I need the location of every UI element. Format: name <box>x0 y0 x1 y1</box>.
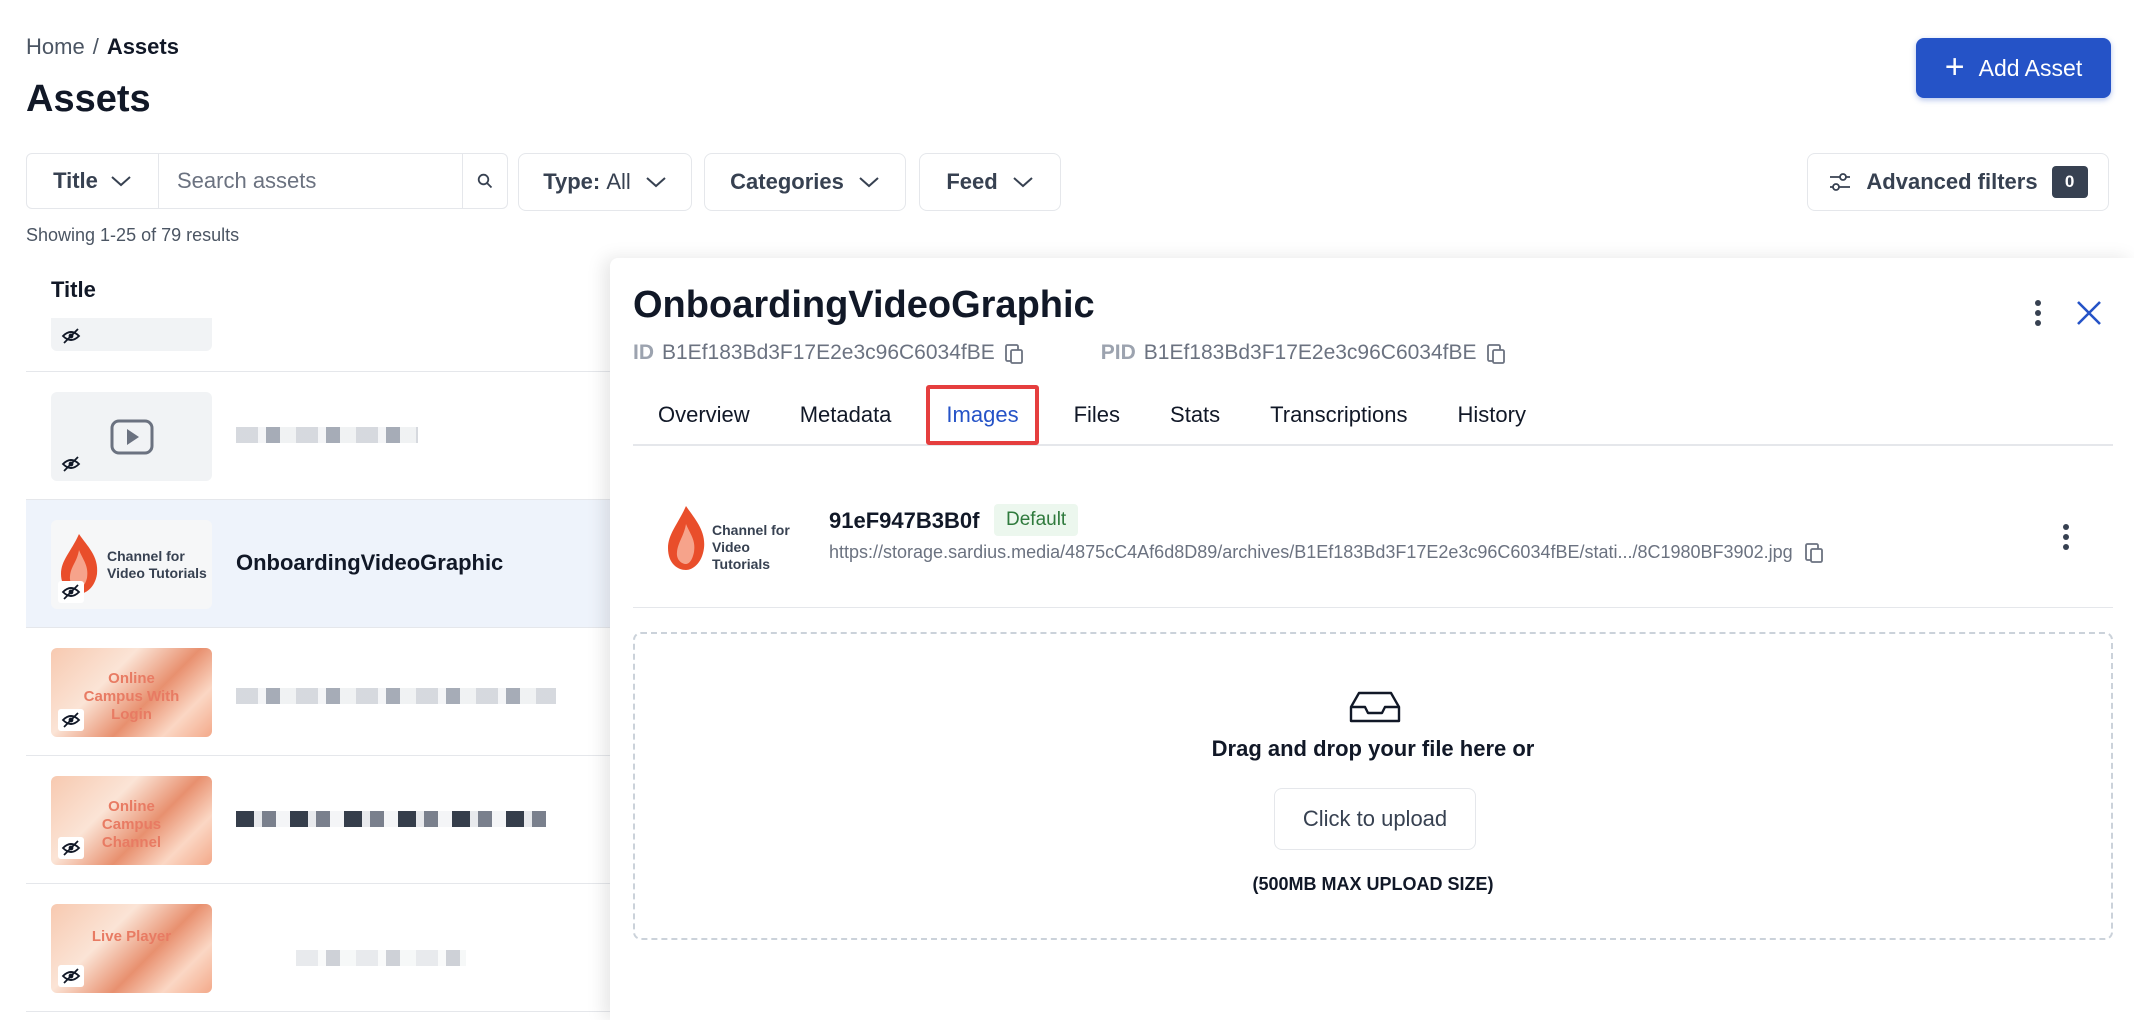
search-input[interactable]: Search assets <box>159 154 463 208</box>
dropzone-text: Drag and drop your file here or <box>1211 736 1535 761</box>
chevron-down-icon <box>859 177 879 188</box>
search-placeholder: Search assets <box>177 168 317 193</box>
eye-off-icon <box>58 453 84 475</box>
search-button[interactable] <box>463 154 507 208</box>
type-filter[interactable]: Type: All <box>518 153 692 211</box>
copy-icon[interactable] <box>1803 540 1825 564</box>
feed-filter[interactable]: Feed <box>919 153 1061 211</box>
page-title: Assets <box>26 78 151 120</box>
add-asset-label: Add Asset <box>1978 54 2083 81</box>
results-count: Showing 1-25 of 79 results <box>26 225 240 245</box>
categories-filter[interactable]: Categories <box>704 153 906 211</box>
column-header-title[interactable]: Title <box>51 277 96 303</box>
redacted-title <box>236 688 556 704</box>
asset-thumbnail: Channel for Video Tutorials <box>51 520 212 609</box>
default-badge: Default <box>994 504 1079 536</box>
chevron-down-icon <box>1013 177 1033 188</box>
asset-thumbnail: Online Campus Channel <box>51 776 212 865</box>
tab-metadata[interactable]: Metadata <box>775 389 917 441</box>
asset-thumbnail <box>51 392 212 481</box>
thumbnail-text: Channel for Video Tutorials <box>712 522 790 572</box>
eye-off-icon <box>58 325 84 347</box>
search-icon <box>477 173 493 189</box>
chevron-down-icon <box>646 177 666 188</box>
asset-thumbnail: Live Player <box>51 904 212 993</box>
image-thumbnail[interactable]: Channel for Video Tutorials <box>658 500 808 576</box>
type-filter-label: Type: <box>543 169 601 194</box>
feed-filter-label: Feed <box>946 169 998 194</box>
image-url: https://storage.sardius.media/4875cC4Af6… <box>829 540 1825 564</box>
categories-filter-label: Categories <box>730 169 844 194</box>
tab-files[interactable]: Files <box>1049 389 1145 441</box>
breadcrumb: Home / Assets <box>26 34 179 60</box>
image-name: 91eF947B3B0f <box>829 508 980 533</box>
copy-icon[interactable] <box>1003 341 1025 365</box>
pid-value: B1Ef183Bd3F17E2e3c96C6034fBE <box>1143 341 1477 364</box>
list-item[interactable]: Live Player <box>26 884 626 1012</box>
redacted-title <box>236 427 418 443</box>
search-field-label: Title <box>53 168 98 193</box>
search-group: Title Search assets <box>26 153 508 209</box>
asset-thumbnail <box>51 318 212 351</box>
advanced-filters-button[interactable]: Advanced filters 0 <box>1807 153 2109 211</box>
more-options-icon[interactable] <box>2054 522 2078 552</box>
more-options-icon[interactable] <box>2026 298 2050 328</box>
image-url-text[interactable]: https://storage.sardius.media/4875cC4Af6… <box>829 542 1793 563</box>
breadcrumb-separator: / <box>92 34 99 59</box>
close-icon[interactable] <box>2074 298 2104 328</box>
breadcrumb-current: Assets <box>106 34 179 59</box>
search-field-select[interactable]: Title <box>27 154 159 208</box>
copy-icon[interactable] <box>1485 341 1507 365</box>
list-item[interactable] <box>26 318 626 372</box>
asset-thumbnail: Online Campus With Login <box>51 648 212 737</box>
pid-label: PID <box>1100 341 1136 364</box>
tab-overview[interactable]: Overview <box>633 389 775 441</box>
image-item: Channel for Video Tutorials 91eF947B3B0f… <box>633 468 2113 608</box>
click-to-upload-button[interactable]: Click to upload <box>1274 788 1476 850</box>
asset-title: OnboardingVideoGraphic <box>236 550 504 575</box>
panel-title: OnboardingVideoGraphic <box>633 284 1095 326</box>
max-upload-size: (500MB MAX UPLOAD SIZE) <box>1252 874 1494 894</box>
asset-ids: ID B1Ef183Bd3F17E2e3c96C6034fBE PID B1Ef… <box>633 341 1507 365</box>
tab-history[interactable]: History <box>1433 389 1551 441</box>
add-asset-button[interactable]: + Add Asset <box>1916 38 2111 98</box>
advanced-filters-label: Advanced filters <box>1866 169 2038 194</box>
list-item[interactable]: Online Campus With Login <box>26 628 626 756</box>
list-item[interactable] <box>26 372 626 500</box>
list-item[interactable]: Online Campus Channel <box>26 756 626 884</box>
upload-dropzone[interactable]: Drag and drop your file here or Click to… <box>633 632 2113 940</box>
play-icon <box>110 419 154 455</box>
eye-off-icon <box>58 965 84 987</box>
id-label: ID <box>633 341 654 364</box>
inbox-tray-icon <box>1349 691 1401 723</box>
tab-images[interactable]: Images <box>926 385 1039 445</box>
breadcrumb-home-link[interactable]: Home <box>26 34 85 60</box>
tab-stats[interactable]: Stats <box>1145 389 1245 441</box>
brand-logo-icon <box>668 506 705 570</box>
eye-off-icon <box>58 709 84 731</box>
plus-icon: + <box>1944 47 1965 86</box>
thumbnail-text: Live Player <box>91 928 172 945</box>
chevron-down-icon <box>111 176 131 187</box>
thumbnail-text: Channel for Video Tutorials <box>107 548 207 581</box>
redacted-title <box>236 811 546 827</box>
advanced-filters-count: 0 <box>2051 166 2088 198</box>
panel-tabs: Overview Metadata Images Files Stats Tra… <box>633 385 2113 446</box>
eye-off-icon <box>58 837 84 859</box>
sliders-icon <box>1830 173 1851 191</box>
tab-transcriptions[interactable]: Transcriptions <box>1245 389 1432 441</box>
eye-off-icon <box>58 581 84 603</box>
redacted-title <box>296 950 466 966</box>
list-item-selected[interactable]: Channel for Video Tutorials OnboardingVi… <box>26 500 626 628</box>
id-value: B1Ef183Bd3F17E2e3c96C6034fBE <box>662 341 995 364</box>
type-filter-value: All <box>606 169 631 194</box>
